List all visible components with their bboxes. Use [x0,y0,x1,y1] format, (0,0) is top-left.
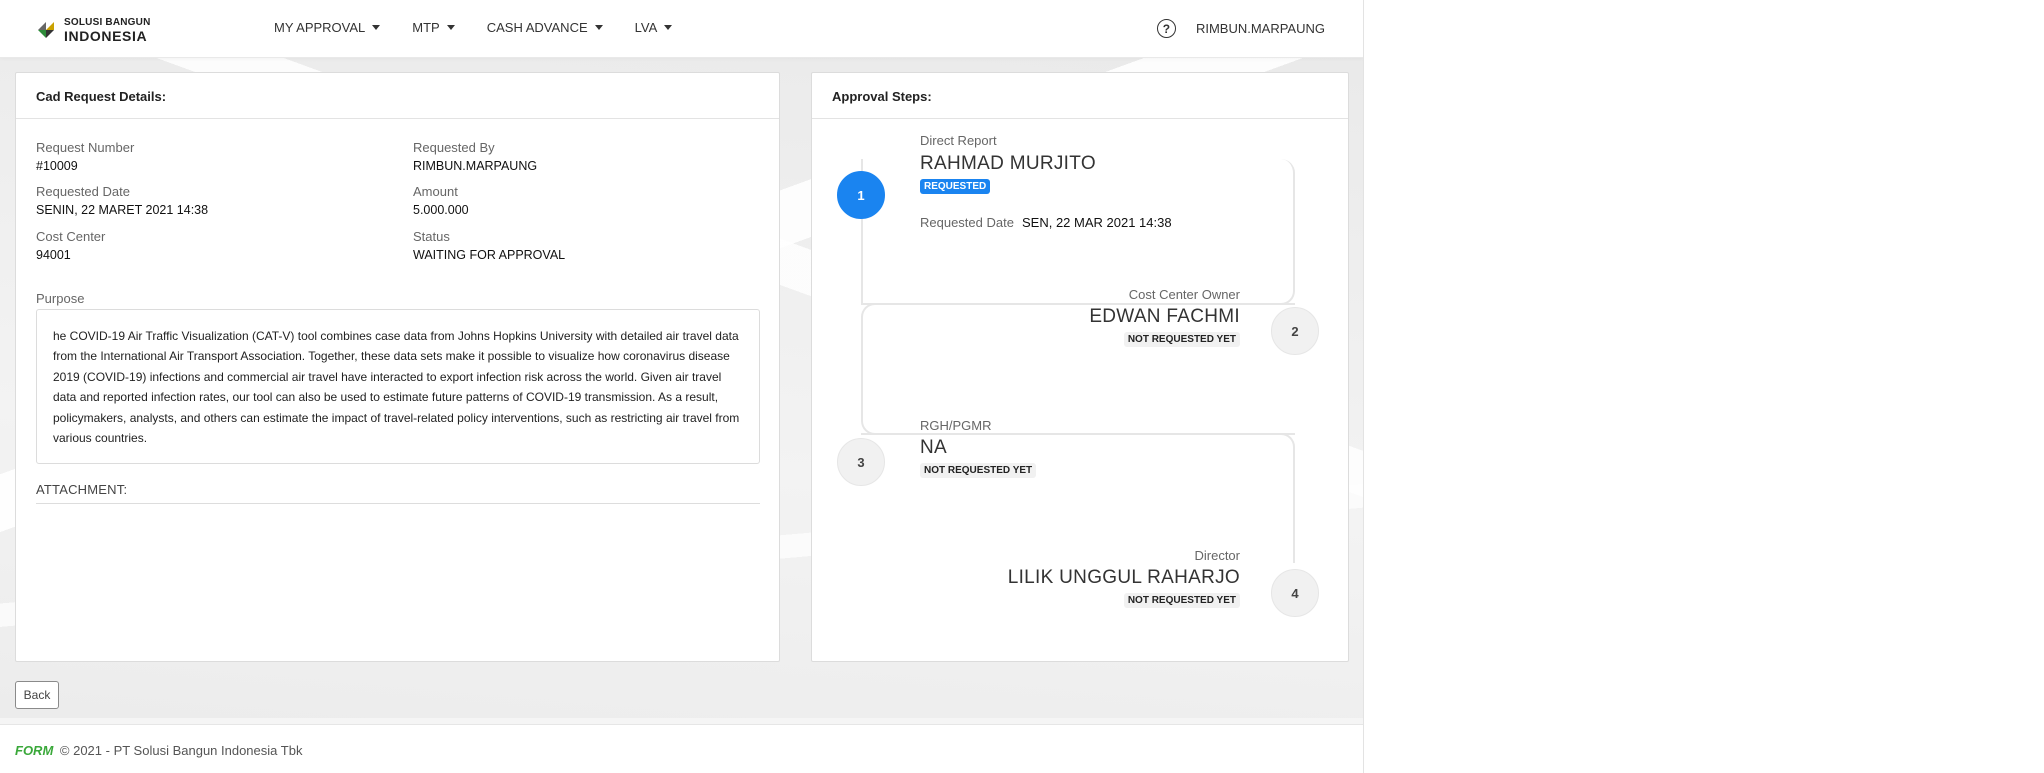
field-label: Cost Center [36,229,106,244]
field-value: WAITING FOR APPROVAL [413,248,566,262]
step-2-status-badge: NOT REQUESTED YET [1123,332,1240,347]
username-menu[interactable]: RIMBUN.MARPAUNG [1196,21,1325,36]
caret-down-icon [594,25,603,30]
footer-brand: FORM [15,743,54,758]
step-1-role: Direct Report [920,133,997,148]
step-4-name: LILIK UNGGUL RAHARJO [1007,567,1240,588]
step-4-status-badge: NOT REQUESTED YET [1123,593,1240,608]
card-title: Cad Request Details: [16,73,779,119]
app-window: SOLUSI BANGUN INDONESIA MY APPROVAL MTP … [0,0,1364,773]
step-4-role: Director [1194,548,1240,563]
field-value: 5.000.000 [413,203,469,217]
nav-label: MY APPROVAL [274,20,366,35]
step-1-date-value: SEN, 22 MAR 2021 14:38 [1022,215,1172,230]
top-navbar: SOLUSI BANGUN INDONESIA MY APPROVAL MTP … [0,0,1363,58]
field-value: 94001 [36,248,71,262]
logo-mark-icon [32,16,60,44]
main-nav: MY APPROVAL MTP CASH ADVANCE LVA [274,20,704,35]
nav-label: CASH ADVANCE [486,20,588,35]
request-details-card: Cad Request Details: Request Number #100… [15,72,780,662]
step-1-date-label: Requested Date [920,215,1014,230]
field-value: #10009 [36,159,78,173]
field-label: Request Number [36,140,135,155]
help-icon[interactable]: ? [1156,19,1176,38]
field-label: Requested By [413,140,495,155]
attachment-divider [36,503,760,504]
step-3-role: RGH/PGMR [920,418,992,433]
step-1-name: RAHMAD MURJITO [920,153,1096,174]
field-label: Status [413,229,450,244]
nav-label: LVA [634,20,658,35]
step-2-circle: 2 [1271,307,1319,355]
footer-copyright: © 2021 - PT Solusi Bangun Indonesia Tbk [59,743,303,758]
step-4-circle: 4 [1271,569,1319,617]
footer: FORM © 2021 - PT Solusi Bangun Indonesia… [0,724,1363,773]
back-button[interactable]: Back [15,681,59,709]
nav-cash-advance[interactable]: CASH ADVANCE [487,20,603,35]
field-request-number: Request Number #10009 [36,139,134,175]
field-value: RIMBUN.MARPAUNG [413,159,538,173]
company-logo[interactable]: SOLUSI BANGUN INDONESIA [32,16,151,44]
field-amount: Amount 5.000.000 [413,183,469,219]
nav-lva[interactable]: LVA [635,20,673,35]
field-requested-by: Requested By RIMBUN.MARPAUNG [413,139,537,175]
field-label: Amount [413,184,458,199]
caret-down-icon [372,25,381,30]
caret-down-icon [446,25,455,30]
purpose-text: he COVID-19 Air Traffic Visualization (C… [36,309,760,464]
step-1-circle: 1 [837,171,885,219]
purpose-label: Purpose [36,291,85,306]
step-3-circle: 3 [837,438,885,486]
user-area: ? RIMBUN.MARPAUNG [1156,19,1325,38]
field-status: Status WAITING FOR APPROVAL [413,228,565,264]
field-requested-date: Requested Date SENIN, 22 MARET 2021 14:3… [36,183,208,219]
caret-down-icon [664,25,673,30]
logo-text-bottom: INDONESIA [64,27,148,44]
field-label: Requested Date [36,184,130,199]
approval-steps-card: Approval Steps: 1 Direct Report RAHMAD M… [811,72,1349,662]
step-1-status-badge: REQUESTED [920,179,991,194]
step-2-name: EDWAN FACHMI [1089,306,1240,327]
card-title: Approval Steps: [812,73,1348,119]
nav-my-approval[interactable]: MY APPROVAL [274,20,381,35]
logo-text-top: SOLUSI BANGUN [64,16,151,28]
nav-label: MTP [412,20,440,35]
step-3-status-badge: NOT REQUESTED YET [920,463,1037,478]
field-cost-center: Cost Center 94001 [36,228,105,264]
step-3-name: NA [920,437,947,458]
field-value: SENIN, 22 MARET 2021 14:38 [36,203,209,217]
step-2-role: Cost Center Owner [1128,287,1240,302]
attachment-label: ATTACHMENT: [36,482,128,497]
nav-mtp[interactable]: MTP [412,20,455,35]
